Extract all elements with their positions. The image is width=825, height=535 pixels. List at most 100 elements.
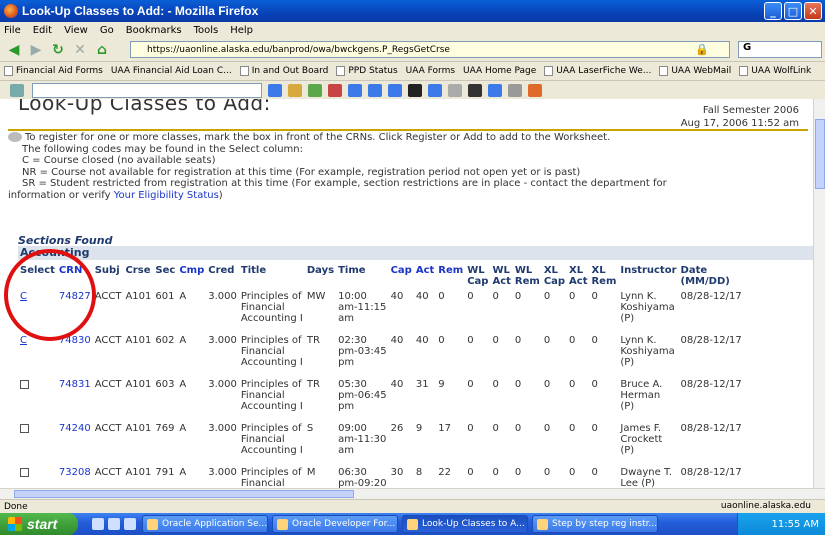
xlact-cell: 0	[569, 423, 576, 434]
menu-help[interactable]: Help	[230, 25, 253, 36]
quicklaunch-icon[interactable]	[124, 518, 136, 530]
eligibility-status-link[interactable]: Your Eligibility Status	[114, 190, 219, 201]
select-checkbox[interactable]	[20, 468, 29, 477]
quicklaunch-icon[interactable]	[108, 518, 120, 530]
table-row: C 74827 ACCT A101 601 A 3.000 Principles of Fina…	[18, 291, 745, 335]
horizontal-scrollbar[interactable]	[0, 488, 825, 499]
bookmark-item[interactable]: In and Out Board	[239, 66, 328, 76]
cmp-cell: A	[179, 423, 187, 434]
cred-cell: 3.000	[208, 291, 237, 302]
select-cell[interactable]: C	[18, 335, 57, 379]
select-cell[interactable]	[18, 379, 57, 423]
toolbar-button-icon[interactable]	[348, 83, 362, 97]
crn-link[interactable]: 73208	[59, 467, 91, 478]
subj-cell: ACCT	[94, 467, 122, 478]
toolbar-button-icon[interactable]	[388, 83, 402, 97]
bookmarks-bar: Financial Aid Forms UAA Financial Aid Lo…	[0, 61, 825, 80]
forward-icon[interactable]: ▶	[26, 41, 46, 59]
toolbar-button-icon[interactable]	[468, 83, 482, 97]
back-icon[interactable]: ◀	[4, 41, 24, 59]
menu-bookmarks[interactable]: Bookmarks	[126, 25, 182, 36]
scroll-thumb[interactable]	[14, 490, 354, 498]
menu-view[interactable]: View	[64, 25, 88, 36]
cred-cell: 3.000	[208, 335, 237, 346]
table-row: 73208 ACCT A101 791 A 3.000 Principles of Finan…	[18, 467, 745, 488]
toolbar-button-icon[interactable]	[308, 83, 322, 97]
col-xl-act: XL Act	[569, 265, 588, 287]
col-cmp[interactable]: Cmp	[177, 265, 206, 291]
taskbar-item[interactable]: Oracle Developer For...	[272, 515, 398, 533]
crn-link[interactable]: 74831	[59, 379, 91, 390]
lock-icon[interactable]: 🔒	[695, 43, 709, 56]
menu-file[interactable]: File	[4, 25, 21, 36]
search-input[interactable]: G	[738, 41, 822, 58]
crn-cell[interactable]: 74240	[57, 423, 93, 467]
menu-tools[interactable]: Tools	[194, 25, 219, 36]
toolbar-button-icon[interactable]	[268, 83, 282, 97]
rem-cell: 22	[438, 467, 452, 478]
toolbar-button-icon[interactable]	[428, 83, 442, 97]
select-cell[interactable]	[18, 467, 57, 488]
bookmark-item[interactable]: UAA WebMail	[659, 66, 731, 76]
toolbar-button-icon[interactable]	[368, 83, 382, 97]
crn-cell[interactable]: 74831	[57, 379, 93, 423]
xlact-cell: 0	[569, 335, 576, 346]
scroll-thumb[interactable]	[815, 119, 825, 189]
close-button[interactable]: ✕	[804, 2, 822, 20]
toolbar-menu-icon[interactable]	[10, 83, 24, 97]
url-text: https://uaonline.alaska.edu/banprod/owa/…	[147, 44, 450, 55]
crn-cell[interactable]: 74830	[57, 335, 93, 379]
crn-cell[interactable]: 73208	[57, 467, 93, 488]
bookmark-item[interactable]: UAA WolfLink	[739, 66, 811, 76]
wlact-cell: 0	[492, 335, 499, 346]
col-date: Date (MM/DD)	[680, 265, 730, 287]
url-bar[interactable]: https://uaonline.alaska.edu/banprod/owa/…	[130, 41, 730, 58]
select-cell[interactable]	[18, 423, 57, 467]
toolbar-button-icon[interactable]	[508, 83, 522, 97]
toolbar-button-icon[interactable]	[448, 83, 462, 97]
days-cell: M	[306, 467, 316, 478]
maximize-button[interactable]: □	[784, 2, 802, 20]
bookmark-item[interactable]: Financial Aid Forms	[4, 66, 103, 76]
select-checkbox[interactable]	[20, 380, 29, 389]
page-icon	[239, 66, 249, 76]
toolbar-button-icon[interactable]	[288, 83, 302, 97]
wlcap-cell: 0	[467, 467, 474, 478]
menu-edit[interactable]: Edit	[33, 25, 52, 36]
date-cell: 08/28-12/17	[680, 423, 742, 434]
select-checkbox[interactable]	[20, 424, 29, 433]
col-subj: Subj	[94, 265, 120, 276]
col-rem[interactable]: Rem	[436, 265, 465, 291]
bookmark-item[interactable]: PPD Status	[336, 66, 398, 76]
date-cell: 08/28-12/17	[680, 379, 742, 390]
reload-icon[interactable]: ↻	[48, 41, 68, 59]
toolbar-button-icon[interactable]	[328, 83, 342, 97]
minimize-button[interactable]: _	[764, 2, 782, 20]
taskbar-item[interactable]: Step by step reg instr...	[532, 515, 658, 533]
taskbar-item[interactable]: Oracle Application Se...	[142, 515, 268, 533]
rem-cell: 0	[438, 291, 445, 302]
bookmark-item[interactable]: UAA LaserFiche We...	[544, 66, 651, 76]
col-act[interactable]: Act	[414, 265, 436, 291]
crn-link[interactable]: 74240	[59, 423, 91, 434]
quicklaunch-icon[interactable]	[92, 518, 104, 530]
stop-icon[interactable]: ✕	[70, 41, 90, 59]
toolbar-button-icon[interactable]	[528, 83, 542, 97]
col-cap[interactable]: Cap	[389, 265, 414, 291]
wlcap-cell: 0	[467, 335, 474, 346]
sec-cell: 602	[155, 335, 175, 346]
toolbar-button-icon[interactable]	[408, 83, 422, 97]
menu-go[interactable]: Go	[100, 25, 114, 36]
crse-cell: A101	[125, 335, 152, 346]
taskbar-item-active[interactable]: Look-Up Classes to A...	[402, 515, 528, 533]
page-icon	[336, 66, 346, 76]
home-icon[interactable]: ⌂	[92, 41, 112, 59]
toolbar-button-icon[interactable]	[488, 83, 502, 97]
bookmark-item[interactable]: UAA Financial Aid Loan C...	[111, 66, 232, 76]
toolbar-combo[interactable]	[32, 82, 262, 98]
vertical-scrollbar[interactable]	[813, 99, 825, 488]
bookmark-item[interactable]: UAA Forms	[406, 66, 455, 76]
start-button[interactable]: start	[0, 513, 78, 535]
bookmark-item[interactable]: UAA Home Page	[463, 66, 536, 76]
col-crse: Crse	[125, 265, 151, 276]
